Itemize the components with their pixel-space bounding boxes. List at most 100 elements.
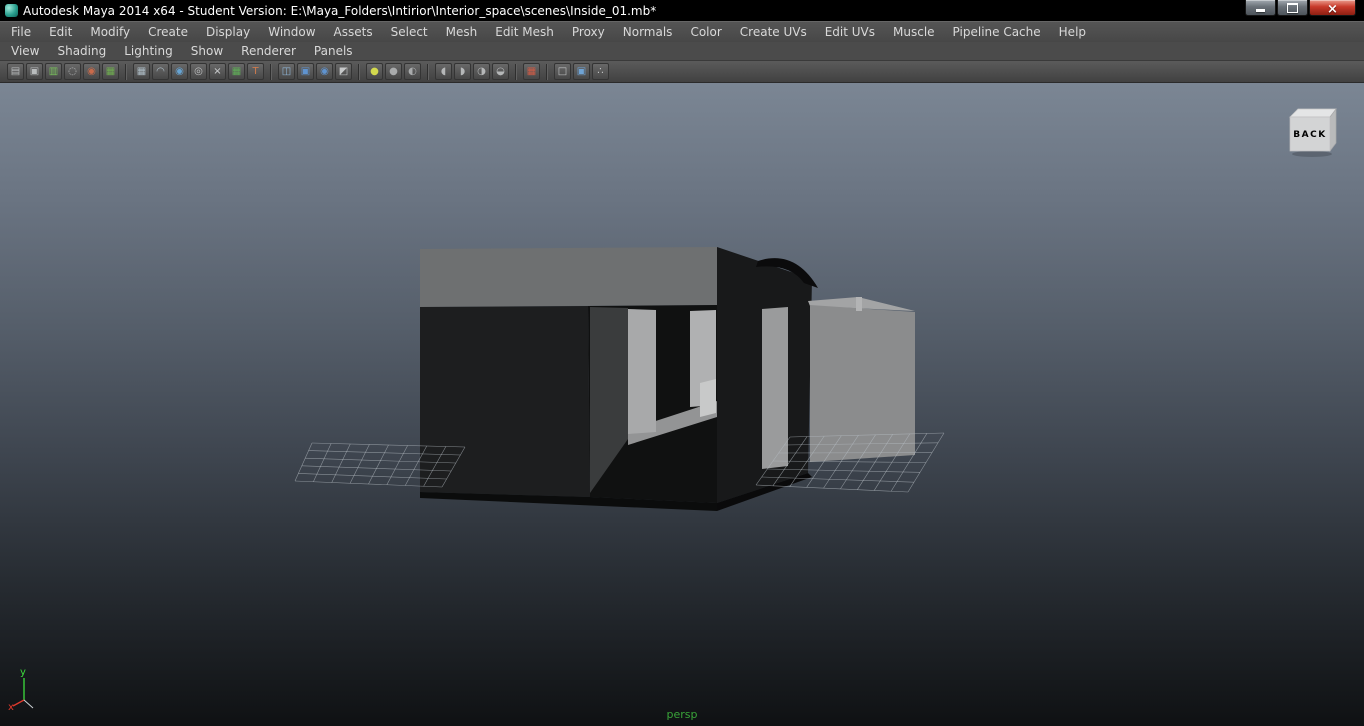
grid-select-icon[interactable]: ▦	[523, 63, 540, 80]
menu-item-window[interactable]: Window	[259, 23, 324, 42]
input-connections-icon[interactable]: ◫	[278, 63, 295, 80]
share-nodes-icon[interactable]: ∴	[592, 63, 609, 80]
snap-together-tool-icon[interactable]: T	[247, 63, 264, 80]
close-icon	[1327, 0, 1338, 17]
histogram-icon[interactable]: ▥	[45, 63, 62, 80]
menu-bar-items: File Edit Modify Create Display Window Assets S…	[0, 22, 1364, 42]
menu-item-display[interactable]: Display	[197, 23, 259, 42]
panel-menu-item-show[interactable]: Show	[182, 42, 232, 61]
ipr-render-icon-glyph: ●	[389, 65, 398, 77]
view-cube[interactable]: BACK	[1284, 105, 1340, 159]
menu-item-file[interactable]: File	[2, 23, 40, 42]
right-box-notch	[856, 297, 862, 311]
render-current-frame-icon[interactable]: ●	[366, 63, 383, 80]
menu-item-select[interactable]: Select	[382, 23, 437, 42]
construction-history-icon-glyph: ▣	[300, 65, 311, 77]
panel-menu-item-view[interactable]: View	[2, 42, 48, 61]
maximize-icon	[1287, 2, 1298, 13]
view-cube-top-face[interactable]	[1289, 108, 1337, 118]
panel-menu-item-panels[interactable]: Panels	[305, 42, 362, 61]
right-box-front[interactable]	[810, 305, 915, 462]
isolate-select-icon-glyph: □	[557, 65, 568, 77]
grid-line	[294, 442, 313, 482]
menu-item-modify[interactable]: Modify	[81, 23, 139, 42]
render-settings-icon[interactable]: ◐	[404, 63, 421, 80]
window-controls	[1244, 0, 1356, 16]
snap-to-view-planes-icon[interactable]: ×	[209, 63, 226, 80]
viewport-canvas	[294, 247, 945, 511]
output-connections-icon-glyph: ◉	[320, 65, 329, 77]
house-roof-top[interactable]	[420, 247, 717, 307]
ipr-render-icon[interactable]: ●	[385, 63, 402, 80]
grid-line	[294, 480, 443, 488]
menu-item-create[interactable]: Create	[139, 23, 197, 42]
menu-item-normals[interactable]: Normals	[614, 23, 682, 42]
paint-select-icon[interactable]: ◉	[83, 63, 100, 80]
axis-z-line	[23, 699, 34, 709]
minimize-button[interactable]	[1245, 0, 1276, 16]
output-connections-icon[interactable]: ◉	[316, 63, 333, 80]
close-button[interactable]	[1309, 0, 1356, 16]
histogram-icon-glyph: ▥	[48, 65, 59, 77]
menu-item-proxy[interactable]: Proxy	[563, 23, 614, 42]
make-object-live-icon-glyph: ▦	[231, 65, 242, 77]
minimize-icon	[1256, 8, 1265, 12]
axis-x-line	[12, 699, 25, 707]
snap-to-projected-center-icon[interactable]: ◎	[190, 63, 207, 80]
all-lights-icon[interactable]: ◗	[454, 63, 471, 80]
menu-item-help[interactable]: Help	[1050, 23, 1095, 42]
axis-indicator-canvas: y x	[8, 667, 34, 713]
lasso-tool-icon[interactable]: ◌	[64, 63, 81, 80]
view-cube-right-face[interactable]	[1329, 107, 1337, 153]
menu-item-pipeline-cache[interactable]: Pipeline Cache	[944, 23, 1050, 42]
wireframe-on-shaded-icon[interactable]: ▣	[573, 63, 590, 80]
shadows-display-icon[interactable]: ◑	[473, 63, 490, 80]
grid-line	[368, 444, 389, 485]
menu-item-mesh[interactable]: Mesh	[437, 23, 487, 42]
quick-select-set-icon[interactable]: ▦	[102, 63, 119, 80]
menu-item-color[interactable]: Color	[681, 23, 730, 42]
snap-to-curves-icon[interactable]: ◠	[152, 63, 169, 80]
scene-hierarchy-icon[interactable]: ▤	[7, 63, 24, 80]
menu-item-edit[interactable]: Edit	[40, 23, 81, 42]
snap-to-points-icon[interactable]: ◉	[171, 63, 188, 80]
grid-line	[331, 443, 351, 483]
menu-item-edit-uvs[interactable]: Edit UVs	[816, 23, 884, 42]
house-front-wall[interactable]	[420, 306, 590, 497]
textures-display-icon[interactable]: ◒	[492, 63, 509, 80]
default-lighting-icon[interactable]: ◖	[435, 63, 452, 80]
outer-pillar-strip[interactable]	[762, 307, 788, 469]
snap-to-grids-icon[interactable]: ▦	[133, 63, 150, 80]
toolbar-divider	[270, 63, 272, 80]
menu-item-muscle[interactable]: Muscle	[884, 23, 944, 42]
panel-menu-item-renderer[interactable]: Renderer	[232, 42, 305, 61]
menu-item-edit-mesh[interactable]: Edit Mesh	[486, 23, 563, 42]
quick-select-set-icon-glyph: ▦	[105, 65, 116, 77]
transparency-display-icon[interactable]: ◩	[335, 63, 352, 80]
all-lights-icon-glyph: ◗	[459, 65, 466, 77]
object-selection-mask-icon[interactable]: ▣	[26, 63, 43, 80]
panel-menu-item-shading[interactable]: Shading	[48, 42, 115, 61]
grid-select-icon-glyph: ▦	[526, 65, 537, 77]
title-bar[interactable]: Autodesk Maya 2014 x64 - Student Version…	[0, 0, 1364, 21]
viewport[interactable]: BACK y x persp	[0, 83, 1364, 726]
axis-indicator: y x	[6, 664, 52, 713]
building-model[interactable]	[420, 247, 915, 511]
menu-item-assets[interactable]: Assets	[325, 23, 382, 42]
snap-to-projected-center-icon-glyph: ◎	[194, 65, 203, 77]
interior-pillar-2-highlight	[700, 379, 716, 417]
make-object-live-icon[interactable]: ▦	[228, 63, 245, 80]
render-settings-icon-glyph: ◐	[408, 65, 417, 77]
render-current-frame-icon-glyph: ●	[370, 65, 379, 77]
panel-menu-items: View Shading Lighting Show Renderer Panels	[0, 42, 1364, 60]
construction-history-icon[interactable]: ▣	[297, 63, 314, 80]
toolbar-divider	[515, 63, 517, 80]
window-title: Autodesk Maya 2014 x64 - Student Version…	[23, 3, 657, 18]
axis-y-label: y	[20, 667, 26, 678]
isolate-select-icon[interactable]: □	[554, 63, 571, 80]
menu-item-create-uvs[interactable]: Create UVs	[731, 23, 816, 42]
menu-bar: File Edit Modify Create Display Window Assets S…	[0, 21, 1364, 42]
maximize-button[interactable]	[1277, 0, 1308, 16]
interior-pillar-1[interactable]	[628, 309, 656, 434]
panel-menu-item-lighting[interactable]: Lighting	[115, 42, 182, 61]
